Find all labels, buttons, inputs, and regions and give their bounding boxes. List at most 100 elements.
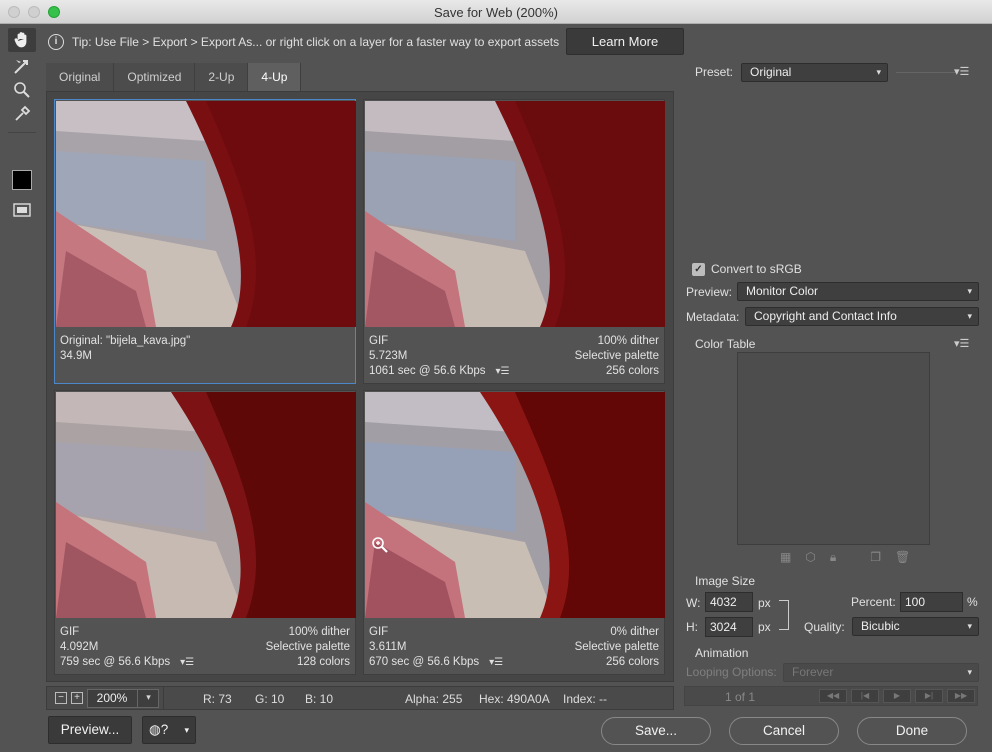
animation-label: Animation: [695, 646, 749, 660]
pixel-b-value: B: 10: [305, 692, 334, 706]
preview-image: [56, 101, 356, 327]
preview-image: [365, 101, 665, 327]
lock-color-icon[interactable]: 🔒︎: [830, 550, 836, 565]
metadata-select[interactable]: Copyright and Contact Info ▾: [745, 307, 979, 326]
preview-pane-gif-1[interactable]: GIF 100% dither 5.723M Selective palette 1…: [363, 99, 665, 384]
pane-menu-icon[interactable]: ▾☰: [180, 655, 194, 670]
pane-info-line2-right: Selective palette: [265, 641, 350, 653]
chevron-down-icon: ▾: [184, 725, 189, 735]
height-label: H:: [686, 620, 698, 634]
chevron-down-icon: ▾: [967, 286, 972, 296]
zoom-tool-icon[interactable]: [8, 78, 36, 102]
preview-pane-gif-2[interactable]: GIF 100% dither 4.092M Selective palette 7…: [54, 390, 356, 675]
pane-info-line2-left: 4.092M: [60, 641, 99, 653]
color-table-menu-icon[interactable]: ▾☰: [954, 337, 969, 350]
zoom-out-button[interactable]: −: [55, 692, 67, 704]
width-label: W:: [686, 596, 701, 610]
last-frame-icon[interactable]: ▶▶: [947, 689, 975, 703]
preview-pane-gif-3[interactable]: GIF 0% dither 3.611M Selective palette 670…: [363, 390, 665, 675]
zoom-dropdown-chevron-icon[interactable]: ▾: [137, 689, 159, 708]
frame-counter: 1 of 1: [725, 690, 756, 704]
quality-label: Quality:: [804, 620, 845, 634]
pixel-alpha-value: Alpha: 255: [405, 692, 463, 706]
looping-select[interactable]: Forever ▾: [783, 663, 979, 682]
preview-value: Monitor Color: [746, 284, 819, 298]
eyedropper-tool-icon[interactable]: [8, 102, 36, 126]
pane-info: GIF 0% dither 3.611M Selective palette 670…: [369, 625, 659, 670]
pane-info-line3-left: 1061 sec @ 56.6 Kbps: [369, 365, 486, 377]
hand-tool-icon[interactable]: [8, 28, 36, 52]
pixel-index-value: Index: --: [563, 692, 608, 706]
save-button[interactable]: Save...: [601, 717, 711, 745]
percent-label: Percent:: [851, 595, 896, 609]
pane-info-line2-left: 3.611M: [369, 641, 407, 653]
preset-select[interactable]: Original ▾: [741, 63, 888, 82]
preset-label: Preset:: [695, 65, 734, 79]
cancel-button[interactable]: Cancel: [729, 717, 839, 745]
save-for-web-window: Save for Web (200%) i Tip: Use File > Ex…: [0, 0, 992, 752]
preview-select[interactable]: Monitor Color ▾: [737, 282, 979, 301]
tab-optimized[interactable]: Optimized: [114, 63, 196, 91]
color-table-grid[interactable]: [737, 352, 930, 545]
width-input[interactable]: 4032: [705, 592, 753, 612]
zoom-in-button[interactable]: +: [71, 692, 83, 704]
image-size-label: Image Size: [695, 574, 756, 588]
preview-label: Preview:: [686, 285, 733, 299]
pane-info-line1-left: Original: "bijela_kava.jpg": [60, 335, 191, 347]
previous-frame-icon[interactable]: |◀: [851, 689, 879, 703]
height-input[interactable]: 3024: [705, 617, 753, 637]
new-color-icon[interactable]: ❐: [870, 550, 881, 565]
width-unit: px: [758, 596, 771, 610]
pane-menu-icon[interactable]: ▾☰: [496, 364, 510, 379]
preset-menu-icon[interactable]: ▾☰: [954, 65, 969, 78]
preview-pane-original[interactable]: Original: "bijela_kava.jpg" 34.9M: [54, 99, 356, 384]
pane-info-line1-right: 100% dither: [288, 626, 350, 638]
pane-info-line3-left: 670 sec @ 56.6 Kbps: [369, 656, 480, 668]
link-icon[interactable]: [779, 600, 789, 630]
metadata-label: Metadata:: [686, 310, 740, 324]
zoom-cursor-icon: [371, 536, 389, 557]
play-icon[interactable]: ▶: [883, 689, 911, 703]
convert-srgb-label: Convert to sRGB: [711, 262, 802, 276]
window-title: Save for Web (200%): [433, 5, 559, 20]
quality-select[interactable]: Bicubic ▾: [852, 617, 979, 636]
device-preview-dropdown[interactable]: ◍? ▾: [142, 716, 196, 744]
trash-icon[interactable]: 🗑︎: [895, 550, 910, 565]
web-snap-icon[interactable]: ⬡: [805, 550, 815, 565]
pane-info-line1-right: 100% dither: [597, 335, 659, 347]
pane-info-line2-right: Selective palette: [574, 350, 659, 362]
zoom-value: 200%: [96, 691, 128, 705]
map-to-transparent-icon[interactable]: ▦: [780, 550, 791, 565]
metadata-value: Copyright and Contact Info: [754, 309, 897, 323]
title-bar: Save for Web (200%): [0, 0, 992, 24]
pixel-g-value: G: 10: [255, 692, 285, 706]
tab-2-up[interactable]: 2-Up: [195, 63, 249, 91]
done-button[interactable]: Done: [857, 717, 967, 745]
pane-menu-icon[interactable]: ▾☰: [489, 655, 503, 670]
percent-input[interactable]: 100: [900, 592, 963, 612]
next-frame-icon[interactable]: ▶|: [915, 689, 943, 703]
looping-value: Forever: [792, 665, 834, 679]
pane-info-line2-left: 5.723M: [369, 350, 408, 362]
chevron-down-icon: ▾: [967, 311, 972, 321]
tab-original[interactable]: Original: [46, 63, 115, 91]
convert-srgb-checkbox[interactable]: ✓: [692, 263, 705, 276]
preview-button[interactable]: Preview...: [48, 716, 132, 744]
pane-info: Original: "bijela_kava.jpg" 34.9M: [60, 334, 350, 364]
preview-area: Original: "bijela_kava.jpg" 34.9M GIF 10…: [46, 91, 674, 682]
pane-info-line2-right: Selective palette: [574, 641, 659, 653]
color-table-label: Color Table: [695, 337, 756, 351]
tab-4-up[interactable]: 4-Up: [248, 63, 302, 91]
slice-select-tool-icon[interactable]: [8, 54, 36, 78]
color-table-toolbar: ▦ ⬡ 🔒︎ ❐ 🗑︎: [780, 550, 910, 565]
first-frame-icon[interactable]: ◀◀: [819, 689, 847, 703]
pane-info-line1-right: 0% dither: [610, 626, 659, 638]
pixel-hex-value: Hex: 490A0A: [479, 692, 550, 706]
learn-more-button[interactable]: Learn More: [566, 28, 684, 55]
percent-unit: %: [967, 595, 978, 609]
preset-value: Original: [750, 65, 792, 79]
toggle-slices-visibility-icon[interactable]: [8, 198, 36, 222]
info-icon: i: [48, 34, 64, 50]
globe-help-icon: ◍?: [149, 722, 169, 737]
chevron-down-icon: ▾: [967, 621, 972, 631]
